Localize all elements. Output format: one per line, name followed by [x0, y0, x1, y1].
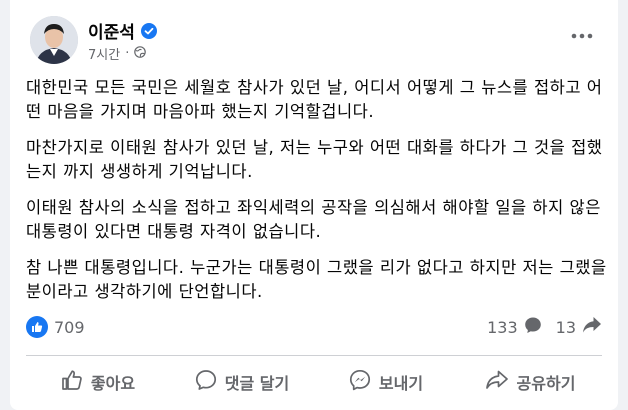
author-name[interactable]: 이준석 — [88, 18, 135, 43]
share-button[interactable]: 공유하기 — [458, 360, 602, 404]
share-count[interactable]: 13 — [556, 316, 602, 338]
like-icon — [61, 369, 83, 395]
comment-count-value: 133 — [487, 317, 518, 337]
share-icon — [582, 316, 602, 338]
actions-divider — [26, 355, 602, 356]
comment-label: 댓글 달기 — [224, 374, 290, 393]
verified-badge-icon — [140, 22, 157, 39]
post-card: 이준석 7시간 · 대한민국 모든 국민은 세월호 참사가 있던 날, 어디서 … — [10, 0, 618, 410]
reactions-bar: 709 133 13 — [26, 316, 602, 344]
engagement-counts: 133 13 — [487, 316, 602, 338]
send-label: 보내기 — [378, 374, 424, 393]
author-row: 이준석 — [88, 18, 157, 43]
more-options-icon[interactable] — [568, 26, 596, 46]
globe-icon[interactable] — [134, 45, 147, 62]
post-actions: 좋아요 댓글 달기 보내기 공유하기 — [26, 360, 602, 404]
meta-separator: · — [125, 46, 130, 61]
post-paragraph: 대한민국 모든 국민은 세월호 참사가 있던 날, 어디서 어떻게 그 뉴스를 … — [26, 78, 603, 121]
post-paragraph: 참 나쁜 대통령입니다. 누군가는 대통령이 그랬을 리가 없다고 하지만 저는… — [26, 258, 607, 301]
like-button[interactable]: 좋아요 — [26, 360, 170, 404]
messenger-icon — [349, 369, 371, 395]
comment-icon — [195, 369, 217, 395]
send-button[interactable]: 보내기 — [314, 360, 458, 404]
comment-count[interactable]: 133 — [487, 316, 542, 338]
post-meta: 7시간 · — [88, 44, 147, 63]
post-paragraph: 이태원 참사의 소식을 접하고 좌익세력의 공작을 의심해서 해야할 일을 하지… — [26, 198, 601, 241]
share-icon — [485, 369, 509, 395]
like-count: 709 — [54, 317, 85, 337]
avatar[interactable] — [30, 16, 78, 64]
comment-button[interactable]: 댓글 달기 — [170, 360, 314, 404]
share-label: 공유하기 — [516, 374, 576, 393]
like-label: 좋아요 — [90, 374, 136, 393]
post-header: 이준석 7시간 · — [26, 14, 602, 68]
post-paragraph: 마찬가지로 이태원 참사가 있던 날, 저는 누구와 어떤 대화를 하다가 그 … — [26, 138, 603, 181]
like-reaction-icon — [26, 316, 48, 338]
post-time[interactable]: 7시간 — [88, 44, 120, 63]
like-summary[interactable]: 709 — [26, 316, 85, 338]
share-count-value: 13 — [555, 317, 576, 337]
comment-icon — [524, 316, 542, 338]
post-text: 대한민국 모든 국민은 세월호 참사가 있던 날, 어디서 어떻게 그 뉴스를 … — [26, 76, 610, 316]
